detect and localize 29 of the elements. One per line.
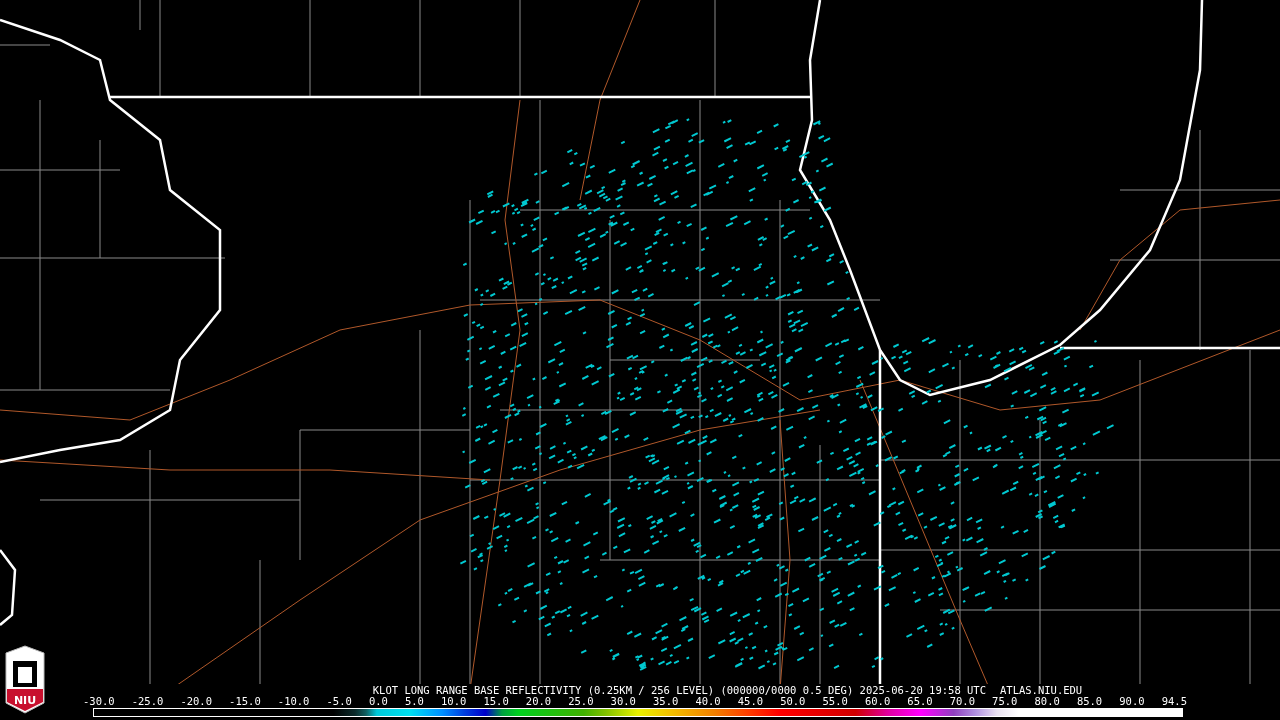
scale-label: -20.0 <box>180 696 212 707</box>
scale-label: 25.0 <box>568 696 594 707</box>
product-title: KLOT LONG RANGE BASE REFLECTIVITY (0.25KM / 256 LEVEL) (000000/0000 0.5 DEG) 2025-06-20 19:58 UTC <box>372 684 986 696</box>
scale-label: 30.0 <box>610 696 636 707</box>
scale-label: 5.0 <box>404 696 424 707</box>
scale-label: 85.0 <box>1076 696 1103 707</box>
scale-label: 20.0 <box>525 696 552 707</box>
scale-label: -30.0 <box>83 696 115 707</box>
scale-label: 50.0 <box>780 696 806 707</box>
scale-label: 75.0 <box>992 696 1018 707</box>
scale-label: 80.0 <box>1034 696 1060 707</box>
scale-label: 15.0 <box>483 696 509 707</box>
scale-label: 60.0 <box>864 696 891 707</box>
scale-label: 35.0 <box>653 696 679 707</box>
scale-label: 94.5 <box>1161 696 1187 707</box>
scale-label: 40.0 <box>695 696 721 707</box>
scale-label: -5.0 <box>326 696 352 707</box>
scale-label: 45.0 <box>737 696 764 707</box>
scale-label: 10.0 <box>441 696 467 707</box>
scale-label: 0.0 <box>368 696 388 707</box>
scale-label: 90.0 <box>1119 696 1145 707</box>
scale-label: -15.0 <box>229 696 261 707</box>
source-url: ATLAS.NIU.EDU <box>1000 684 1083 696</box>
scale-label: -25.0 <box>131 696 164 707</box>
scale-label: 55.0 <box>822 696 848 707</box>
scale-label: 65.0 <box>907 696 933 707</box>
scale-label: 70.0 <box>949 696 975 707</box>
scale-label: -10.0 <box>277 696 310 707</box>
logo-text: NIU <box>13 694 37 707</box>
